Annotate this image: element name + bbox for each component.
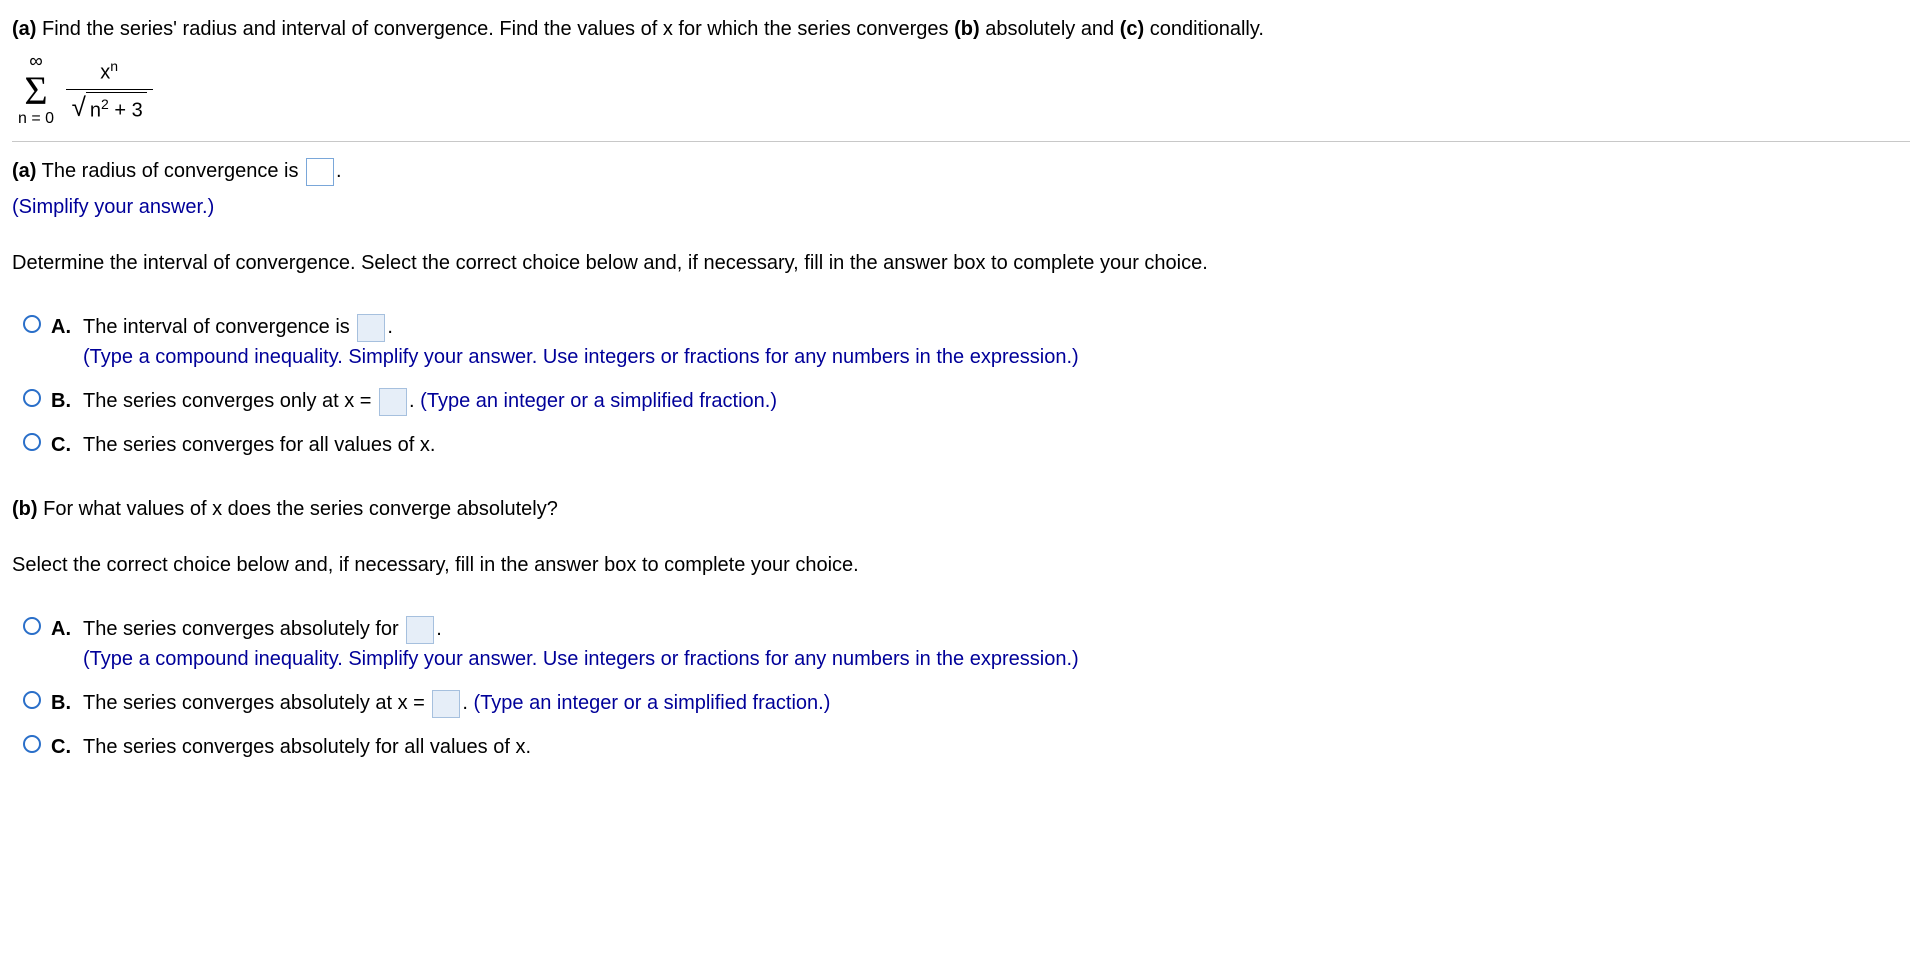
intro-part-a-label: (a) bbox=[12, 18, 36, 40]
part-a-choice-a-text-after: . bbox=[387, 316, 393, 338]
part-a-choice-b-letter: B. bbox=[51, 386, 73, 416]
part-b-choice-b-text-before: The series converges absolutely at x = bbox=[83, 692, 430, 714]
part-b-choice-c-text: The series converges absolutely for all … bbox=[83, 736, 531, 758]
sigma-glyph: Σ bbox=[24, 71, 47, 111]
simplify-hint: (Simplify your answer.) bbox=[12, 192, 1910, 222]
part-a-choice-b-hint: (Type an integer or a simplified fractio… bbox=[420, 390, 777, 412]
sigma-lower-limit: n = 0 bbox=[18, 111, 54, 127]
part-b-choice-b-row: B. The series converges absolutely at x … bbox=[12, 688, 1910, 718]
numerator-base: x bbox=[100, 61, 110, 83]
part-b-choice-a-row: A. The series converges absolutely for .… bbox=[12, 614, 1910, 674]
part-a-choice-a-input[interactable] bbox=[357, 314, 385, 342]
fraction: xn √ n2 + 3 bbox=[66, 56, 153, 124]
part-a-choice-a-row: A. The interval of convergence is . (Typ… bbox=[12, 312, 1910, 372]
radius-input[interactable] bbox=[306, 158, 334, 186]
part-b-radio-b[interactable] bbox=[23, 691, 41, 709]
part-b-choice-b-input[interactable] bbox=[432, 690, 460, 718]
sigma-symbol: ∞ Σ n = 0 bbox=[18, 52, 54, 127]
part-b-radio-c[interactable] bbox=[23, 735, 41, 753]
square-root: √ n2 + 3 bbox=[72, 92, 147, 122]
part-b-choice-a-text-before: The series converges absolutely for bbox=[83, 618, 404, 640]
sqrt-sign: √ bbox=[72, 94, 86, 124]
part-a-choice-b-text-after: . bbox=[409, 390, 420, 412]
part-a-choice-b-text-before: The series converges only at x = bbox=[83, 390, 377, 412]
part-a-choice-a-text-before: The interval of convergence is bbox=[83, 316, 355, 338]
part-a-choice-a-hint: (Type a compound inequality. Simplify yo… bbox=[83, 342, 1910, 372]
question-intro: (a) Find the series' radius and interval… bbox=[12, 14, 1910, 44]
intro-text-1: Find the series' radius and interval of … bbox=[36, 18, 954, 40]
fraction-numerator: xn bbox=[94, 56, 124, 90]
interval-prompt: Determine the interval of convergence. S… bbox=[12, 248, 1910, 278]
part-b-choice-b-hint: (Type an integer or a simplified fractio… bbox=[474, 692, 831, 714]
divider bbox=[12, 141, 1910, 142]
part-b-choice-a-input[interactable] bbox=[406, 616, 434, 644]
part-b-choice-c-row: C. The series converges absolutely for a… bbox=[12, 732, 1910, 762]
part-b-choice-a-hint: (Type a compound inequality. Simplify yo… bbox=[83, 644, 1910, 674]
part-a-radio-c[interactable] bbox=[23, 433, 41, 451]
part-a-choice-a-letter: A. bbox=[51, 312, 73, 342]
part-a-label: (a) bbox=[12, 160, 36, 182]
part-a-radio-a[interactable] bbox=[23, 315, 41, 333]
numerator-exponent: n bbox=[110, 58, 118, 74]
part-b-prompt-line: (b) For what values of x does the series… bbox=[12, 494, 1910, 524]
part-a-choice-c-letter: C. bbox=[51, 430, 73, 460]
part-a-choice-b-row: B. The series converges only at x = . (T… bbox=[12, 386, 1910, 416]
radius-text-before: The radius of convergence is bbox=[36, 160, 304, 182]
part-a-choice-c-text: The series converges for all values of x… bbox=[83, 434, 435, 456]
part-b-radio-a[interactable] bbox=[23, 617, 41, 635]
radicand-exponent: 2 bbox=[101, 96, 109, 112]
part-b-choice-c-letter: C. bbox=[51, 732, 73, 762]
intro-part-c-label: (c) bbox=[1120, 18, 1144, 40]
series-formula: ∞ Σ n = 0 xn √ n2 + 3 bbox=[18, 52, 1910, 127]
part-a-radio-b[interactable] bbox=[23, 389, 41, 407]
part-b-label: (b) bbox=[12, 498, 38, 520]
sqrt-radicand: n2 + 3 bbox=[86, 92, 147, 122]
radicand-base: n bbox=[90, 100, 101, 122]
part-a-radius-line: (a) The radius of convergence is . bbox=[12, 156, 1910, 186]
radius-text-after: . bbox=[336, 160, 342, 182]
part-b-select-prompt: Select the correct choice below and, if … bbox=[12, 550, 1910, 580]
fraction-denominator: √ n2 + 3 bbox=[66, 89, 153, 123]
part-a-choice-c-row: C. The series converges for all values o… bbox=[12, 430, 1910, 460]
part-a-choice-b-input[interactable] bbox=[379, 388, 407, 416]
intro-text-2: absolutely and bbox=[980, 18, 1120, 40]
part-b-choice-b-letter: B. bbox=[51, 688, 73, 718]
intro-text-3: conditionally. bbox=[1144, 18, 1264, 40]
part-b-choice-a-letter: A. bbox=[51, 614, 73, 644]
radicand-plus: + 3 bbox=[109, 100, 143, 122]
part-b-choice-b-text-after: . bbox=[462, 692, 473, 714]
part-b-prompt: For what values of x does the series con… bbox=[38, 498, 558, 520]
part-b-choice-a-text-after: . bbox=[436, 618, 442, 640]
intro-part-b-label: (b) bbox=[954, 18, 980, 40]
